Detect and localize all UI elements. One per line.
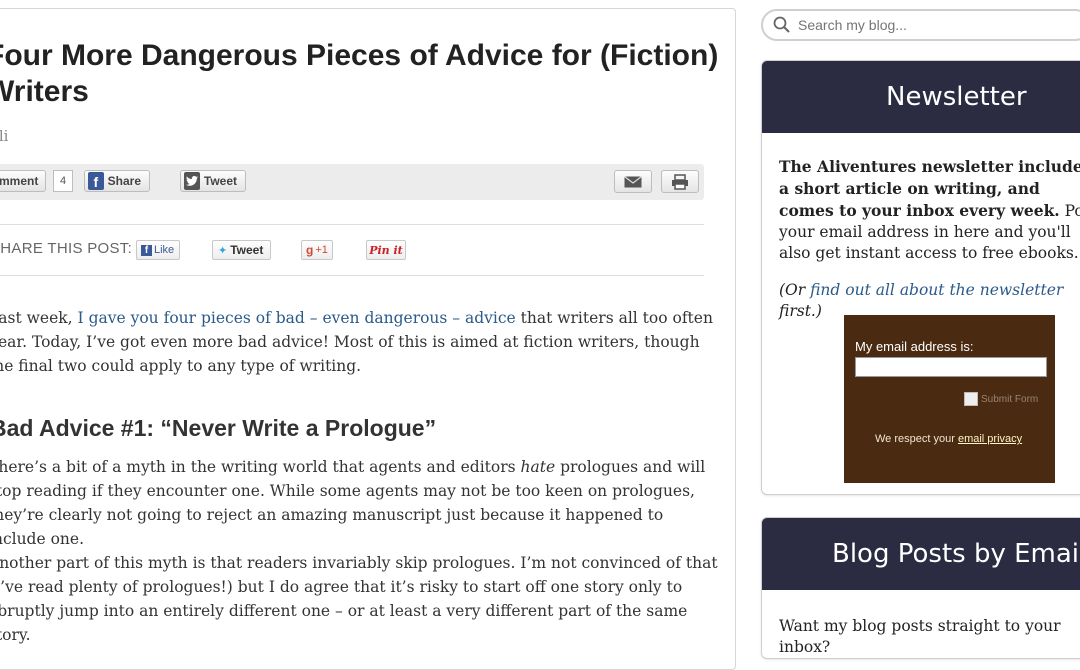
share-this-label: SHARE THIS POST: xyxy=(0,240,133,257)
newsletter-body: The Aliventures newsletter includes a sh… xyxy=(762,133,1080,322)
emphasis: hate xyxy=(520,458,556,476)
divider xyxy=(0,224,704,225)
privacy-note: We respect your email privacy xyxy=(875,433,1022,445)
submit-alt-text: Submit Form xyxy=(981,393,1039,405)
newsletter-title: Newsletter xyxy=(886,82,1027,112)
tweet-share-label: Tweet xyxy=(230,243,264,257)
email-input[interactable] xyxy=(855,357,1047,377)
search-box[interactable] xyxy=(761,9,1080,41)
text: We respect your xyxy=(875,433,958,445)
print-button[interactable] xyxy=(661,170,699,193)
share-button[interactable]: f Share xyxy=(84,170,150,192)
post-title: Four More Dangerous Pieces of Advice for… xyxy=(0,39,719,108)
email-label: My email address is: xyxy=(855,339,974,354)
envelope-icon xyxy=(624,175,642,187)
comment-label: Comment xyxy=(0,174,39,188)
twitter-bird-icon: ✦ xyxy=(218,244,228,257)
article-heading: Bad Advice #1: “Never Write a Prologue” xyxy=(0,415,437,441)
like-label: Like xyxy=(154,244,175,256)
plus-one-label: +1 xyxy=(315,244,328,256)
search-input[interactable] xyxy=(796,16,1080,34)
text: first.) xyxy=(779,302,822,320)
bold-text: The Aliventures newsletter includes a sh… xyxy=(779,157,1080,220)
blog-posts-title: Blog Posts by Email xyxy=(832,539,1080,569)
text: Last week, xyxy=(0,309,73,327)
pinit-label: Pin it xyxy=(369,243,403,257)
text: (Or xyxy=(779,281,811,299)
article-paragraph: There’s a bit of a myth in the writing w… xyxy=(0,455,718,551)
broken-image-icon xyxy=(964,392,978,406)
article-paragraph: Another part of this myth is that reader… xyxy=(0,554,718,644)
facebook-like-button[interactable]: f Like xyxy=(136,240,180,260)
newsletter-description: The Aliventures newsletter includes a sh… xyxy=(779,156,1080,264)
share-label: Share xyxy=(107,174,141,188)
tweet-button[interactable]: Tweet xyxy=(180,170,246,192)
pinterest-button[interactable]: Pin it xyxy=(366,240,406,260)
search-icon xyxy=(773,16,790,33)
blog-posts-widget: Blog Posts by Email Want my blog posts s… xyxy=(761,517,1080,659)
email-button[interactable] xyxy=(614,170,652,193)
blog-posts-body: Want my blog posts straight to your inbo… xyxy=(779,617,1061,656)
comment-button[interactable]: Comment xyxy=(0,170,46,192)
signup-form: My email address is: Submit Form We resp… xyxy=(844,315,1055,483)
google-plus-button[interactable]: g +1 xyxy=(301,240,333,260)
twitter-share-button[interactable]: ✦ Tweet xyxy=(212,240,271,260)
submit-button[interactable]: Submit Form xyxy=(964,392,1038,406)
privacy-link[interactable]: email privacy xyxy=(958,433,1022,445)
facebook-icon: f xyxy=(141,244,152,256)
newsletter-info-link[interactable]: find out all about the newsletter xyxy=(810,281,1063,299)
twitter-icon xyxy=(184,172,200,190)
article-paragraph: Last week, I gave you four pieces of bad… xyxy=(0,306,718,378)
tweet-label: Tweet xyxy=(203,174,237,188)
newsletter-header: Newsletter xyxy=(762,61,1080,133)
text: There’s a bit of a myth in the writing w… xyxy=(0,458,521,476)
blog-posts-header: Blog Posts by Email xyxy=(762,518,1080,590)
comment-count: 4 xyxy=(53,170,73,192)
divider xyxy=(0,275,704,276)
previous-post-link[interactable]: I gave you four pieces of bad – even dan… xyxy=(78,309,516,327)
google-plus-icon: g xyxy=(306,243,314,257)
facebook-icon: f xyxy=(88,172,104,190)
printer-icon xyxy=(672,173,688,190)
post-author[interactable]: Ali xyxy=(0,127,8,145)
